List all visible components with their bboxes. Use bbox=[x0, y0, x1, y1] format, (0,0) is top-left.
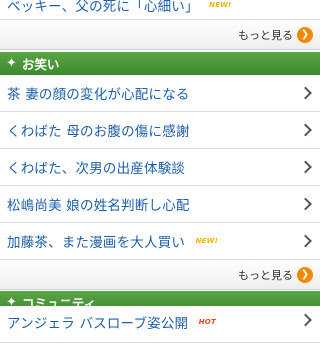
chevron-right-icon bbox=[299, 234, 312, 248]
news-list-item[interactable]: 茶 妻の顔の変化が心配になる bbox=[0, 75, 320, 112]
news-item-label: 加藤茶、また漫画を大人買い bbox=[7, 235, 186, 251]
sparkle-icon: ✦ bbox=[6, 56, 17, 71]
news-item-label: 茶 妻の顔の変化が心配になる bbox=[7, 87, 190, 103]
chevron-right-icon bbox=[299, 197, 312, 211]
new-badge: NEW! bbox=[209, 1, 232, 9]
more-bar: もっと見る ❯ bbox=[0, 20, 320, 50]
news-item-label: 松嶋尚美 娘の姓名判断し心配 bbox=[7, 198, 190, 214]
news-list-item[interactable]: くわばた 母のお腹の傷に感謝 bbox=[0, 112, 320, 149]
chevron-right-circle-icon: ❯ bbox=[297, 266, 313, 283]
news-item-label: くわばた、次男の出産体験談 bbox=[7, 161, 186, 177]
more-link-label: もっと見る bbox=[238, 28, 293, 42]
new-badge: NEW! bbox=[195, 237, 218, 245]
chevron-right-icon bbox=[299, 123, 312, 137]
section-title: お笑い bbox=[21, 57, 60, 72]
news-list-item[interactable]: アンジェラ バスローブ姿公開 HOT bbox=[0, 306, 320, 343]
news-list-item[interactable]: 加藤茶、また漫画を大人買い NEW! bbox=[0, 223, 320, 260]
news-list-item[interactable]: くわばた、次男の出産体験談 bbox=[0, 149, 320, 186]
more-link-label: もっと見る bbox=[238, 268, 293, 282]
more-bar: もっと見る ❯ bbox=[0, 260, 320, 290]
news-item-label: アンジェラ バスローブ姿公開 bbox=[7, 316, 189, 332]
chevron-right-icon bbox=[299, 86, 312, 100]
more-link[interactable]: もっと見る ❯ bbox=[238, 26, 313, 43]
hot-badge: HOT bbox=[198, 318, 216, 326]
more-link[interactable]: もっと見る ❯ bbox=[238, 266, 313, 283]
chevron-right-icon bbox=[299, 160, 312, 174]
news-item-label: くわばた 母のお腹の傷に感謝 bbox=[7, 124, 190, 140]
news-item-label: ベッキー、父の死に「心細い」 bbox=[7, 0, 199, 15]
section-header-owarai: ✦ お笑い bbox=[0, 52, 320, 75]
chevron-right-circle-icon: ❯ bbox=[297, 26, 313, 43]
news-list-item[interactable]: ベッキー、父の死に「心細い」 NEW! bbox=[0, 0, 320, 20]
news-list-item[interactable]: 松嶋尚美 娘の姓名判断し心配 bbox=[0, 186, 320, 223]
chevron-right-icon bbox=[299, 313, 312, 327]
